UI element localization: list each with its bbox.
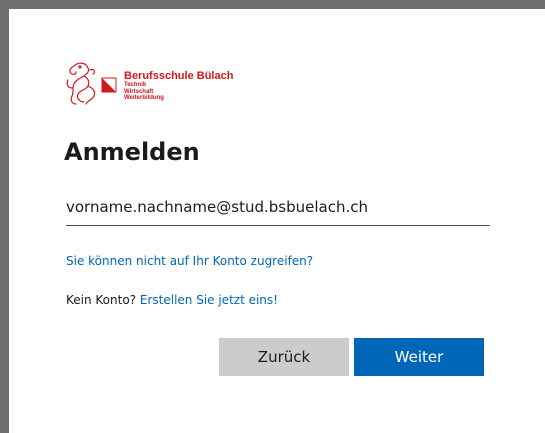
no-account-text: Kein Konto? xyxy=(66,293,137,307)
email-field[interactable] xyxy=(66,189,490,226)
logo-line-3: Weiterbildung xyxy=(124,95,164,101)
window-frame-top xyxy=(0,0,545,9)
cant-access-account-link[interactable]: Sie können nicht auf Ihr Konto zugreifen… xyxy=(66,254,313,268)
lion-crest-icon xyxy=(66,62,117,105)
back-button[interactable]: Zurück xyxy=(219,338,349,376)
next-button[interactable]: Weiter xyxy=(354,338,484,376)
logo-title: Berufsschule Bülach xyxy=(124,70,234,82)
no-account-row: Kein Konto? Erstellen Sie jetzt eins! xyxy=(66,293,278,307)
sign-in-card: Berufsschule Bülach Technik Wirtschaft W… xyxy=(9,9,545,433)
window-frame-left xyxy=(0,0,9,433)
school-logo: Berufsschule Bülach Technik Wirtschaft W… xyxy=(60,58,260,112)
create-account-link[interactable]: Erstellen Sie jetzt eins! xyxy=(140,293,278,307)
page-title: Anmelden xyxy=(64,138,200,166)
logo-text: Berufsschule Bülach Technik Wirtschaft W… xyxy=(124,70,233,102)
